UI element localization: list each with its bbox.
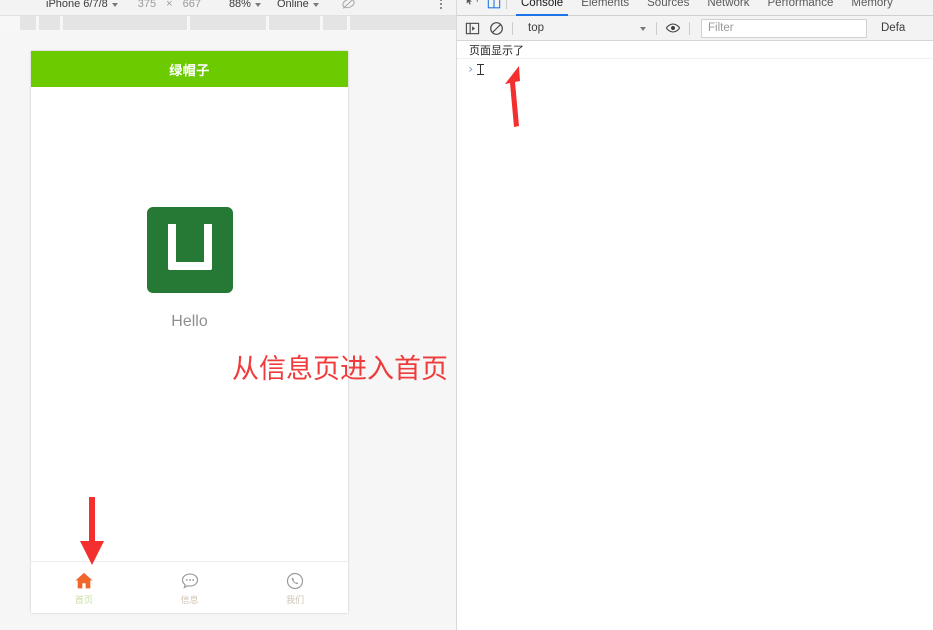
toolbar-divider (689, 22, 690, 35)
log-levels-value: Defa (881, 22, 905, 34)
device-selector[interactable]: iPhone 6/7/8 (46, 0, 118, 16)
device-toolbar-menu-button[interactable] (440, 0, 443, 11)
dimension-separator: × (166, 0, 172, 16)
kebab-dot (440, 3, 443, 6)
kebab-dot (440, 7, 443, 10)
home-icon (73, 570, 95, 592)
ruler-segment (63, 16, 187, 30)
app-header: 绿帽子 (31, 51, 348, 87)
console-filter-placeholder: Filter (708, 22, 734, 34)
device-toolbar: iPhone 6/7/8 375 × 667 88% Online (0, 0, 456, 16)
hello-text: Hello (31, 313, 348, 331)
console-toolbar: top Filter Defa (457, 16, 933, 41)
zoom-selector[interactable]: 88% (229, 0, 261, 16)
toolbar-divider (512, 22, 513, 35)
viewport-height-input[interactable]: 667 (183, 0, 201, 16)
chevron-down-icon (640, 27, 646, 31)
tab-elements[interactable]: Elements (572, 0, 638, 16)
tab-performance[interactable]: Performance (759, 0, 843, 16)
uni-app-logo-icon (147, 207, 233, 293)
viewport-height-value: 667 (183, 0, 201, 10)
console-output[interactable]: 页面显示了 › (457, 41, 933, 630)
screen: iPhone 6/7/8 375 × 667 88% Online (0, 0, 933, 630)
tab-home[interactable]: 首页 (31, 562, 137, 613)
tab-console[interactable]: Console (512, 0, 572, 16)
toolbar-divider (656, 22, 657, 35)
tab-messages-label: 信息 (181, 596, 199, 605)
chevron-down-icon (112, 3, 118, 7)
devtools-tab-bar: Console Elements Sources Network Perform… (457, 0, 933, 16)
logo-u-shape (168, 224, 212, 270)
tab-network[interactable]: Network (698, 0, 758, 16)
chevron-down-icon (313, 3, 319, 7)
ruler-segment (269, 16, 320, 30)
kebab-dot (440, 0, 443, 1)
tab-memory[interactable]: Memory (842, 0, 902, 16)
app-content: Hello (31, 87, 348, 561)
live-expression-icon[interactable] (662, 17, 684, 39)
console-prompt[interactable]: › (457, 59, 933, 79)
viewport-width-value: 375 (138, 0, 156, 10)
console-message-text: 页面显示了 (469, 42, 524, 58)
tab-sources[interactable]: Sources (638, 0, 698, 16)
phone-icon (284, 570, 306, 592)
ruler-segment (350, 16, 456, 30)
tab-home-label: 首页 (75, 596, 93, 605)
ruler-segment (190, 16, 266, 30)
clear-console-icon[interactable] (485, 17, 507, 39)
console-sidebar-icon[interactable] (461, 17, 483, 39)
app-title: 绿帽子 (169, 60, 210, 79)
toggle-device-toolbar-icon[interactable] (487, 0, 501, 10)
viewport-ruler (0, 16, 456, 30)
text-cursor-icon (480, 64, 481, 75)
ruler-segment (20, 16, 36, 30)
toolbar-divider (506, 0, 507, 9)
no-throttle-icon[interactable] (341, 0, 356, 16)
devtools-pane: Console Elements Sources Network Perform… (456, 0, 933, 630)
chat-bubble-icon (179, 570, 201, 592)
network-value: Online (277, 0, 309, 10)
console-message: 页面显示了 (457, 41, 933, 59)
viewport-width-input[interactable]: 375 (138, 0, 156, 16)
inspect-element-icon[interactable] (465, 0, 479, 10)
zoom-value: 88% (229, 0, 251, 10)
log-levels-selector[interactable]: Defa (881, 22, 905, 34)
tab-about[interactable]: 我们 (242, 562, 348, 613)
device-emulation-pane: iPhone 6/7/8 375 × 667 88% Online (0, 0, 456, 630)
ruler-segment (323, 16, 347, 30)
phone-viewport: 绿帽子 Hello 首页 (31, 51, 348, 613)
tab-messages[interactable]: 信息 (137, 562, 243, 613)
network-throttling-selector[interactable]: Online (277, 0, 319, 16)
bottom-tab-bar: 首页 信息 (31, 561, 348, 613)
execution-context-selector[interactable]: top (523, 19, 651, 38)
ruler-segment (39, 16, 60, 30)
console-filter-input[interactable]: Filter (701, 19, 867, 38)
prompt-caret-icon: › (467, 63, 474, 75)
execution-context-value: top (528, 22, 544, 34)
chevron-down-icon (255, 3, 261, 7)
tab-about-label: 我们 (286, 596, 304, 605)
device-name: iPhone 6/7/8 (46, 0, 108, 10)
